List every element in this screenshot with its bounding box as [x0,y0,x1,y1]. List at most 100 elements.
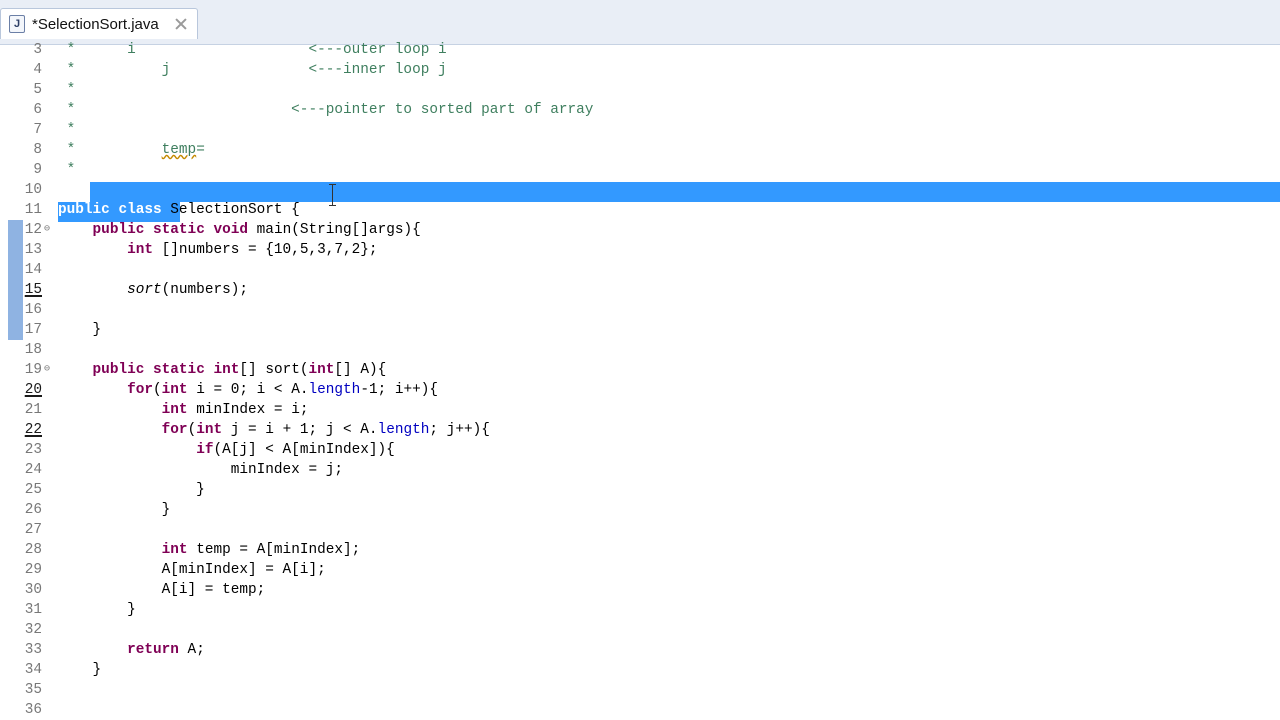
code-line-18[interactable]: 18 [0,340,1280,360]
line-number: 20 [24,382,42,398]
code-line-12[interactable]: 12 ⊖ public static void main(String[]args… [0,220,1280,240]
line-number: 13 [24,242,42,258]
code-text: sort(numbers); [127,282,248,298]
code-text: * temp= [58,142,205,158]
code-line-3[interactable]: 3 * i <---outer loop i [0,40,1280,60]
code-text: minIndex = j; [58,462,343,478]
code-line-23[interactable]: 23 if(A[j] < A[minIndex]){ [0,440,1280,460]
code-text: public static int[] sort(int[] A){ [92,362,387,378]
code-text: int []numbers = {10,5,3,7,2}; [127,242,378,258]
line-number: 30 [24,582,42,598]
java-file-icon: J [9,15,25,33]
code-text: } [58,602,136,618]
code-text: if(A[j] < A[minIndex]){ [196,442,395,458]
code-text: * <---pointer to sorted part of array [58,102,594,118]
fold-toggle-icon[interactable]: ⊖ [44,220,54,240]
code-line-30[interactable]: 30 A[i] = temp; [0,580,1280,600]
code-text: int temp = A[minIndex]; [161,542,361,558]
code-text: * [58,82,76,98]
code-text: return A; [127,642,205,658]
code-line-6[interactable]: 6 * <---pointer to sorted part of array [0,100,1280,120]
line-number: 17 [24,322,42,338]
code-line-15[interactable]: 15 sort(numbers); [0,280,1280,300]
code-line-7[interactable]: 7 * [0,120,1280,140]
code-line-10[interactable]: 10 */ [0,180,1280,200]
code-line-36[interactable]: 36 [0,700,1280,720]
code-text: */ [58,182,84,198]
code-line-27[interactable]: 27 [0,520,1280,540]
code-line-21[interactable]: 21 int minIndex = i; [0,400,1280,420]
line-number: 4 [33,62,42,78]
code-line-13[interactable]: 13 int []numbers = {10,5,3,7,2}; [0,240,1280,260]
line-number: 9 [33,162,42,178]
close-icon[interactable] [173,16,189,32]
code-line-33[interactable]: 33 return A; [0,640,1280,660]
code-text: } [58,482,205,498]
editor-tab-bar: J *SelectionSort.java [0,0,1280,45]
code-text: A[minIndex] = A[i]; [58,562,326,578]
line-number: 10 [24,182,42,198]
line-number: 27 [24,522,42,538]
code-text: * [58,122,76,138]
line-number: 15 [24,282,42,298]
line-number: 29 [24,562,42,578]
code-text: A[i] = temp; [58,582,266,598]
code-line-17[interactable]: 17 } [0,320,1280,340]
code-line-22[interactable]: 22 for(int j = i + 1; j < A.length; j++)… [0,420,1280,440]
line-number: 21 [24,402,42,418]
line-number: 25 [24,482,42,498]
line-number: 23 [24,442,42,458]
code-line-20[interactable]: 20 for(int i = 0; i < A.length-1; i++){ [0,380,1280,400]
line-number: 34 [24,662,42,678]
code-line-14[interactable]: 14 [0,260,1280,280]
code-line-16[interactable]: 16 [0,300,1280,320]
code-line-29[interactable]: 29 A[minIndex] = A[i]; [0,560,1280,580]
line-number: 8 [33,142,42,158]
code-line-28[interactable]: 28 int temp = A[minIndex]; [0,540,1280,560]
fold-toggle-icon[interactable]: ⊖ [44,360,54,380]
line-number: 5 [33,82,42,98]
line-number: 31 [24,602,42,618]
line-number: 36 [24,702,42,718]
code-text: * i <---outer loop i [58,42,447,58]
line-number: 7 [33,122,42,138]
code-line-31[interactable]: 31 } [0,600,1280,620]
code-text: int minIndex = i; [161,402,309,418]
code-text: public static void main(String[]args){ [92,222,421,238]
code-line-32[interactable]: 32 [0,620,1280,640]
code-editor[interactable]: 3 * i <---outer loop i4 * j <---inner lo… [0,40,1280,720]
code-line-8[interactable]: 8 * temp= [0,140,1280,160]
line-number: 35 [24,682,42,698]
code-text: public class SelectionSort { [58,202,300,218]
text-cursor-icon [329,184,336,208]
line-number: 22 [24,422,42,438]
line-number: 28 [24,542,42,558]
code-line-9[interactable]: 9 * [0,160,1280,180]
code-line-26[interactable]: 26 } [0,500,1280,520]
code-line-5[interactable]: 5 * [0,80,1280,100]
code-line-25[interactable]: 25 } [0,480,1280,500]
line-number: 3 [33,42,42,58]
code-text: } [58,502,171,518]
line-number: 12 [24,222,42,238]
line-number: 24 [24,462,42,478]
tab-title: *SelectionSort.java [32,15,159,33]
code-line-11[interactable]: 11 public class SelectionSort { [0,200,1280,220]
line-number: 32 [24,622,42,638]
code-line-19[interactable]: 19 ⊖ public static int[] sort(int[] A){ [0,360,1280,380]
line-number: 11 [24,202,42,218]
code-text: } [58,322,102,338]
code-line-24[interactable]: 24 minIndex = j; [0,460,1280,480]
code-line-34[interactable]: 34 } [0,660,1280,680]
editor-tab-selectionsort[interactable]: J *SelectionSort.java [0,8,198,39]
code-line-35[interactable]: 35 [0,680,1280,700]
code-text: * [58,162,76,178]
line-number: 33 [24,642,42,658]
code-line-4[interactable]: 4 * j <---inner loop j [0,60,1280,80]
line-number: 19 [24,362,42,378]
code-text: * j <---inner loop j [58,62,447,78]
code-text: for(int j = i + 1; j < A.length; j++){ [161,422,490,438]
line-number: 18 [24,342,42,358]
code-text: for(int i = 0; i < A.length-1; i++){ [127,382,439,398]
line-number: 16 [24,302,42,318]
